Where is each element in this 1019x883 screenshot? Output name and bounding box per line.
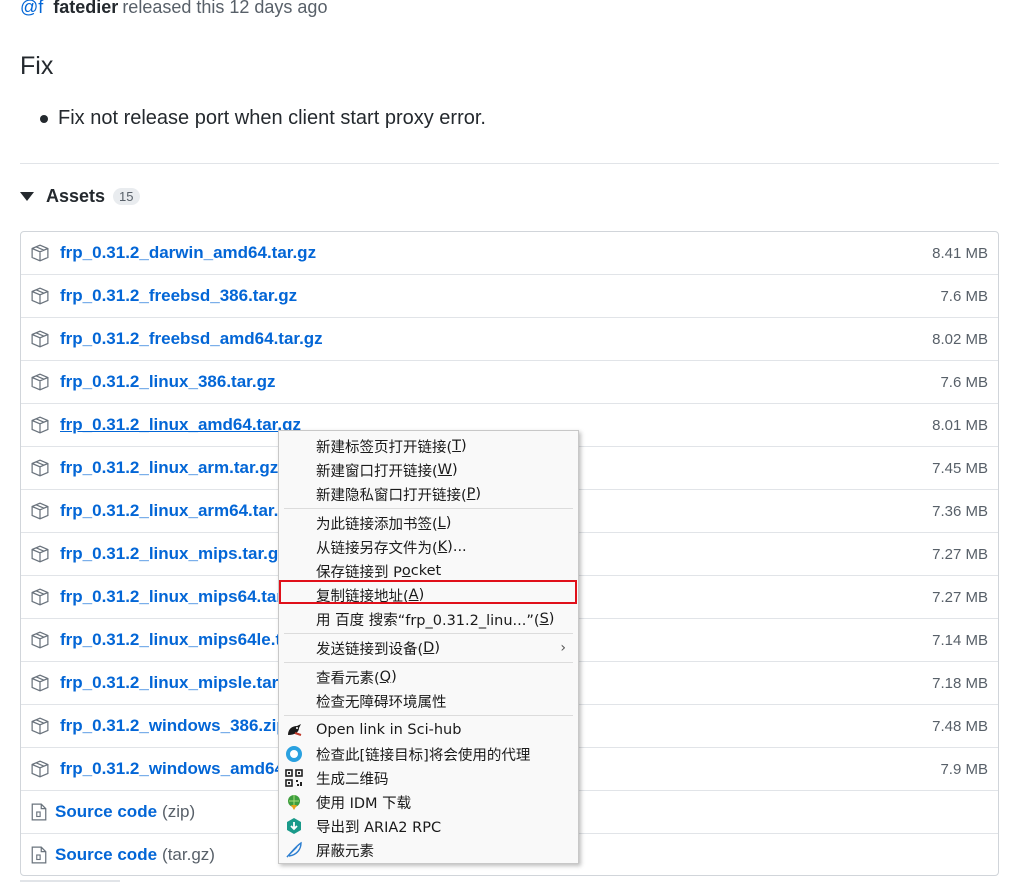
- assets-count-badge: 15: [113, 188, 140, 205]
- asset-link[interactable]: frp_0.31.2_freebsd_amd64.tar.gz: [60, 329, 323, 349]
- asset-size: 7.48 MB: [932, 717, 988, 735]
- asset-link[interactable]: frp_0.31.2_linux_mips.tar.gz: [60, 544, 287, 564]
- package-icon: [31, 717, 49, 735]
- source-targz-link[interactable]: Source code: [55, 845, 157, 865]
- context-menu: 新建标签页打开链接(T) 新建窗口打开链接(W) 新建隐私窗口打开链接(P) 为…: [278, 430, 579, 864]
- source-zip-ext[interactable]: (zip): [162, 802, 195, 822]
- asset-link[interactable]: frp_0.31.2_windows_amd64.: [60, 759, 289, 779]
- menu-item-search-baidu[interactable]: 用 百度 搜索“frp_0.31.2_linu...”(S): [279, 607, 578, 631]
- asset-size: 7.6 MB: [940, 287, 988, 305]
- notes-item: Fix not release port when client start p…: [40, 107, 486, 130]
- asset-size: 8.01 MB: [932, 416, 988, 434]
- menu-item-save-link-as[interactable]: 从链接另存文件为(K)...: [279, 535, 578, 559]
- author-avatar[interactable]: @f: [20, 0, 43, 18]
- menu-separator: [284, 715, 573, 716]
- menu-separator: [284, 662, 573, 663]
- package-icon: [31, 416, 49, 434]
- asset-link[interactable]: frp_0.31.2_linux_mipsle.tar.g: [60, 673, 292, 693]
- file-zip-icon: [31, 846, 47, 864]
- package-icon: [31, 674, 49, 692]
- qr-code-icon: [285, 769, 303, 787]
- idm-globe-icon: [288, 795, 300, 810]
- aria2-down-arrow-icon: [287, 818, 301, 834]
- package-icon: [31, 287, 49, 305]
- released-text: released this 12 days ago: [122, 0, 328, 17]
- menu-item-open-new-window[interactable]: 新建窗口打开链接(W): [279, 458, 578, 482]
- package-icon: [31, 545, 49, 563]
- menu-item-open-new-tab[interactable]: 新建标签页打开链接(T): [279, 434, 578, 458]
- menu-item-qr-code[interactable]: 生成二维码: [279, 766, 578, 790]
- asset-link[interactable]: frp_0.31.2_linux_mips64.tar.: [60, 587, 287, 607]
- asset-row: frp_0.31.2_darwin_amd64.tar.gz 8.41 MB: [21, 232, 998, 275]
- source-zip-link[interactable]: Source code: [55, 802, 157, 822]
- divider: [20, 163, 999, 164]
- menu-item-check-proxy[interactable]: 检查此[链接目标]将会使用的代理: [279, 742, 578, 766]
- asset-row: frp_0.31.2_freebsd_386.tar.gz 7.6 MB: [21, 275, 998, 318]
- menu-separator: [284, 508, 573, 509]
- asset-link[interactable]: frp_0.31.2_linux_arm64.tar.g: [60, 501, 289, 521]
- source-targz-ext[interactable]: (tar.gz): [162, 845, 215, 865]
- menu-separator: [284, 633, 573, 634]
- feather-block-icon: [286, 841, 302, 858]
- proxy-ring-icon: [286, 746, 302, 762]
- assets-toggle[interactable]: Assets 15: [20, 186, 140, 207]
- package-icon: [31, 459, 49, 477]
- asset-size: 7.9 MB: [940, 760, 988, 778]
- asset-row: frp_0.31.2_freebsd_amd64.tar.gz 8.02 MB: [21, 318, 998, 361]
- asset-size: 7.14 MB: [932, 631, 988, 649]
- asset-link[interactable]: frp_0.31.2_windows_386.zip: [60, 716, 287, 736]
- notes-heading: Fix: [20, 52, 54, 80]
- notes-list: Fix not release port when client start p…: [40, 107, 486, 130]
- asset-size: 8.02 MB: [932, 330, 988, 348]
- asset-link[interactable]: frp_0.31.2_linux_386.tar.gz: [60, 372, 275, 392]
- asset-link[interactable]: frp_0.31.2_linux_arm.tar.gz: [60, 458, 278, 478]
- asset-link-hovered[interactable]: frp_0.31.2_linux_amd64.tar.gz: [60, 415, 301, 435]
- package-icon: [31, 588, 49, 606]
- menu-item-accessibility[interactable]: 检查无障碍环境属性: [279, 689, 578, 713]
- asset-size: 7.6 MB: [940, 373, 988, 391]
- menu-item-block-element[interactable]: 屏蔽元素: [279, 838, 578, 862]
- asset-link[interactable]: frp_0.31.2_freebsd_386.tar.gz: [60, 286, 297, 306]
- menu-item-bookmark-link[interactable]: 为此链接添加书签(L): [279, 511, 578, 535]
- package-icon: [31, 244, 49, 262]
- asset-size: 7.27 MB: [932, 588, 988, 606]
- package-icon: [31, 631, 49, 649]
- release-byline: @f fatedier released this 12 days ago: [20, 0, 327, 20]
- menu-item-sci-hub[interactable]: Open link in Sci-hub: [279, 718, 578, 742]
- highlight-box-copy-link: [279, 580, 577, 604]
- asset-row: frp_0.31.2_linux_386.tar.gz 7.6 MB: [21, 361, 998, 404]
- menu-item-send-to-device[interactable]: 发送链接到设备(D) ›: [279, 636, 578, 660]
- asset-size: 7.18 MB: [932, 674, 988, 692]
- package-icon: [31, 760, 49, 778]
- asset-size: 8.41 MB: [932, 244, 988, 262]
- caret-down-icon: [20, 192, 34, 201]
- package-icon: [31, 330, 49, 348]
- submenu-arrow-icon: ›: [560, 640, 566, 656]
- asset-size: 7.36 MB: [932, 502, 988, 520]
- menu-item-aria2[interactable]: 导出到 ARIA2 RPC: [279, 814, 578, 838]
- asset-size: 7.27 MB: [932, 545, 988, 563]
- package-icon: [31, 373, 49, 391]
- assets-title: Assets: [46, 186, 106, 206]
- menu-item-idm-download[interactable]: 使用 IDM 下载: [279, 790, 578, 814]
- package-icon: [31, 502, 49, 520]
- menu-item-open-private-window[interactable]: 新建隐私窗口打开链接(P): [279, 482, 578, 506]
- file-zip-icon: [31, 803, 47, 821]
- asset-link[interactable]: frp_0.31.2_darwin_amd64.tar.gz: [60, 243, 316, 263]
- menu-item-inspect-element[interactable]: 查看元素(Q): [279, 665, 578, 689]
- asset-size: 7.45 MB: [932, 459, 988, 477]
- author-link[interactable]: fatedier: [53, 0, 118, 18]
- asset-link[interactable]: frp_0.31.2_linux_mips64le.ta: [60, 630, 291, 650]
- bottom-rule: [20, 880, 120, 882]
- sci-hub-raven-icon: [288, 724, 302, 736]
